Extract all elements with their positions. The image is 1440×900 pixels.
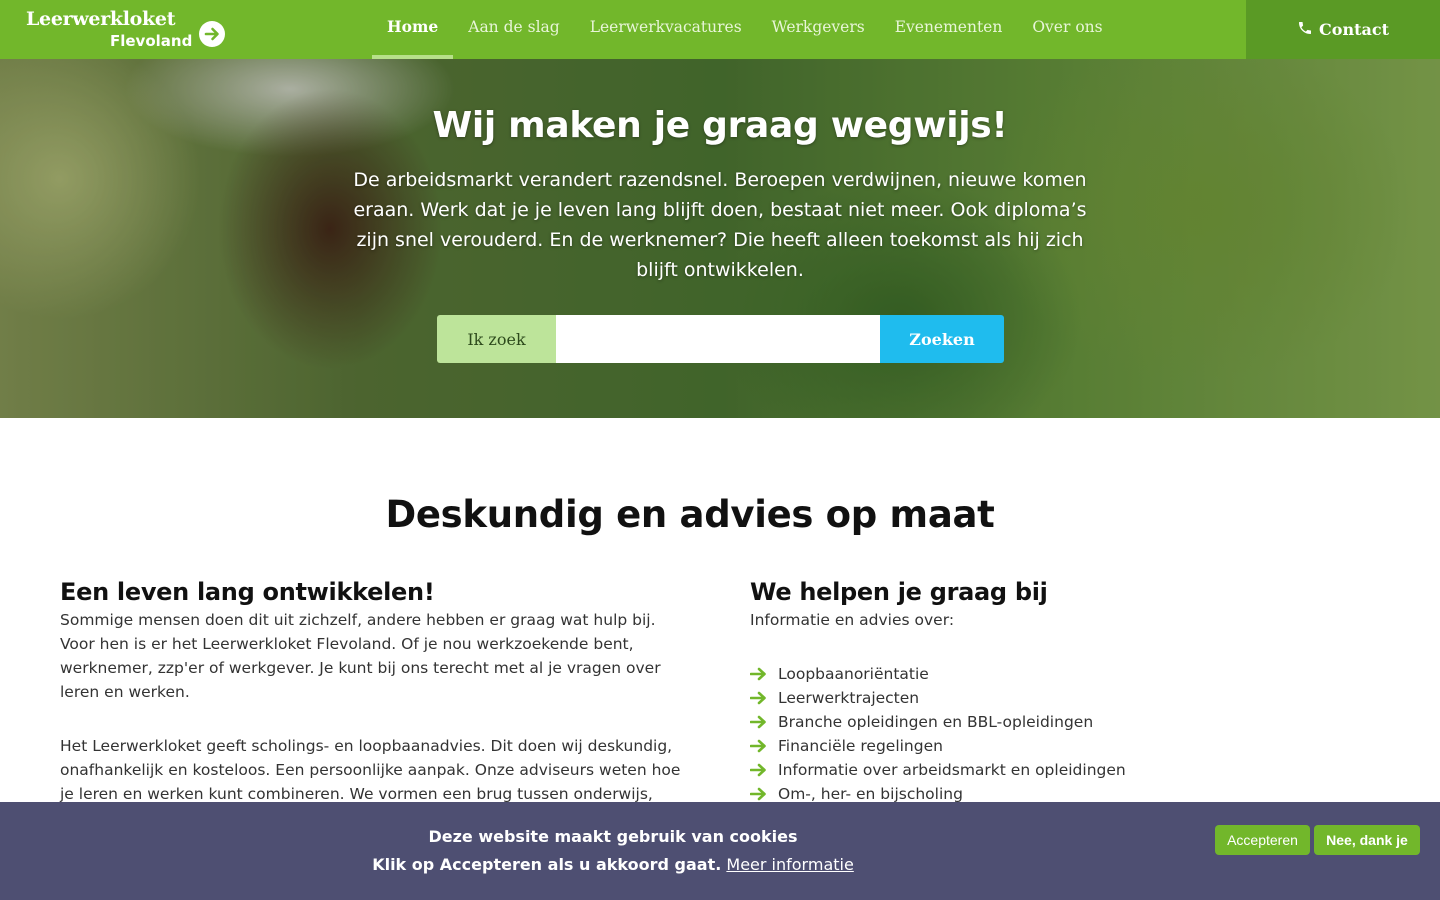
cookie-decline-button[interactable]: Nee, dank je — [1314, 825, 1420, 855]
nav-item-over-ons[interactable]: Over ons — [1017, 0, 1117, 59]
nav-item-aan-de-slag[interactable]: Aan de slag — [453, 0, 574, 59]
arrow-right-circle-icon — [199, 21, 225, 47]
cookie-title: Deze website maakt gebruik van cookies — [428, 827, 798, 846]
list-item: Leerwerktrajecten — [750, 686, 1380, 710]
services-list: Loopbaanoriëntatie Leerwerktrajecten Bra… — [750, 662, 1380, 806]
arrow-right-icon — [750, 763, 778, 777]
list-item-label: Loopbaanoriëntatie — [778, 665, 929, 683]
section-title: Deskundig en advies op maat — [385, 493, 995, 536]
cookie-instruction: Klik op Accepteren als u akkoord gaat. — [372, 855, 722, 874]
services-column: We helpen je graag bij Informatie en adv… — [750, 576, 1380, 806]
hero-banner: Wij maken je graag wegwijs! De arbeidsma… — [0, 59, 1440, 418]
contact-button[interactable]: Contact — [1246, 0, 1440, 59]
list-item-label: Leerwerktrajecten — [778, 689, 920, 707]
contact-label: Contact — [1319, 20, 1389, 39]
logo-subtitle: Flevoland — [110, 32, 193, 50]
nav-item-home[interactable]: Home — [372, 0, 454, 59]
arrow-right-icon — [750, 787, 778, 801]
intro-paragraph-1: Sommige mensen doen dit uit zichzelf, an… — [60, 611, 661, 701]
list-item: Branche opleidingen en BBL-opleidingen — [750, 710, 1380, 734]
intro-heading: Een leven lang ontwikkelen! — [60, 578, 435, 606]
arrow-right-icon — [750, 667, 778, 681]
search-input[interactable] — [556, 315, 880, 363]
list-item-label: Branche opleidingen en BBL-opleidingen — [778, 713, 1094, 731]
nav-item-evenementen[interactable]: Evenementen — [880, 0, 1018, 59]
phone-icon — [1297, 20, 1313, 40]
cookie-accept-button[interactable]: Accepteren — [1215, 825, 1310, 855]
logo-title: Leerwerkloket — [26, 8, 176, 30]
list-item: Loopbaanoriëntatie — [750, 662, 1380, 686]
arrow-right-icon — [750, 691, 778, 705]
cookie-message: Klik op Accepteren als u akkoord gaat. M… — [0, 855, 1226, 874]
site-header: Leerwerkloket Flevoland Home Aan de slag… — [0, 0, 1440, 59]
arrow-right-icon — [750, 715, 778, 729]
nav-item-leerwerkvacatures[interactable]: Leerwerkvacatures — [575, 0, 757, 59]
list-item-label: Informatie over arbeidsmarkt en opleidin… — [778, 761, 1126, 779]
list-item-label: Financiële regelingen — [778, 737, 943, 755]
hero-title: Wij maken je graag wegwijs! — [432, 105, 1008, 146]
nav-item-werkgevers[interactable]: Werkgevers — [757, 0, 880, 59]
search-button[interactable]: Zoeken — [880, 315, 1004, 363]
cookie-more-info-link[interactable]: Meer informatie — [726, 855, 853, 874]
list-item: Financiële regelingen — [750, 734, 1380, 758]
search-form: Ik zoek Zoeken — [437, 315, 1004, 363]
arrow-right-icon — [750, 739, 778, 753]
site-logo[interactable]: Leerwerkloket Flevoland — [24, 8, 234, 52]
services-intro: Informatie en advies over: — [750, 611, 955, 629]
search-label: Ik zoek — [437, 315, 556, 363]
cookie-banner: Deze website maakt gebruik van cookies K… — [0, 802, 1440, 900]
main-nav: Home Aan de slag Leerwerkvacatures Werkg… — [372, 0, 1118, 59]
list-item-label: Om-, her- en bijscholing — [778, 785, 963, 803]
list-item: Informatie over arbeidsmarkt en opleidin… — [750, 758, 1380, 782]
hero-text: De arbeidsmarkt verandert razendsnel. Be… — [353, 169, 1087, 281]
services-heading: We helpen je graag bij — [750, 578, 1048, 606]
